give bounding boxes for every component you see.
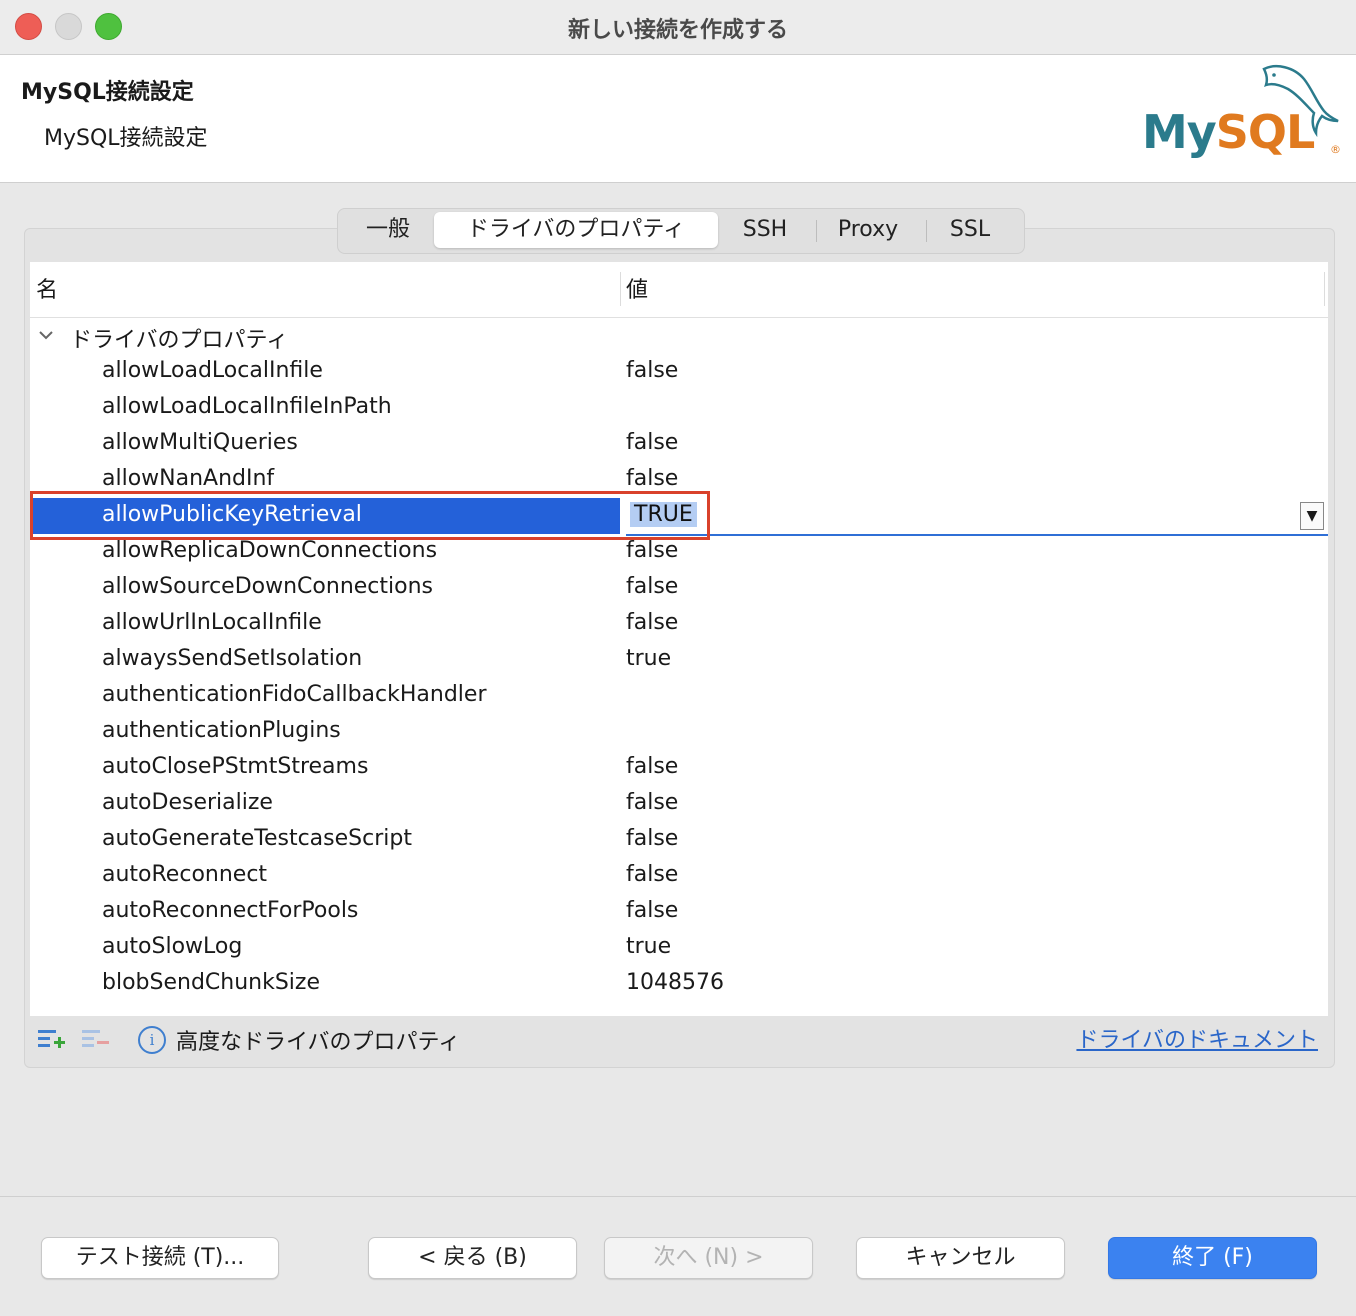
property-value: false bbox=[626, 790, 679, 815]
table-row[interactable]: autoReconnect false bbox=[30, 858, 1328, 894]
column-header-name[interactable]: 名 bbox=[36, 262, 58, 317]
title-bar: 新しい接続を作成する bbox=[0, 0, 1356, 55]
property-value: false bbox=[626, 538, 679, 563]
column-header-value[interactable]: 値 bbox=[626, 262, 648, 317]
chevron-down-icon[interactable] bbox=[38, 326, 54, 345]
properties-toolbar: i 高度なドライバのプロパティ ドライバのドキュメント bbox=[30, 1018, 1328, 1062]
info-icon: i bbox=[138, 1026, 166, 1054]
property-value: false bbox=[626, 754, 679, 779]
logo-registered-mark: ® bbox=[1330, 143, 1341, 156]
property-value: false bbox=[626, 574, 679, 599]
group-row-driver-properties[interactable]: ドライバのプロパティ bbox=[30, 318, 1328, 354]
window-title: 新しい接続を作成する bbox=[567, 18, 788, 43]
page-subtitle: MySQL接続設定 bbox=[44, 126, 208, 151]
property-value: 1048576 bbox=[626, 970, 724, 995]
table-row[interactable]: autoDeserialize false bbox=[30, 786, 1328, 822]
property-name: autoReconnectForPools bbox=[102, 898, 359, 923]
property-name: allowLoadLocalInfileInPath bbox=[102, 394, 392, 419]
next-button[interactable]: 次へ (N) > bbox=[604, 1237, 813, 1279]
back-button[interactable]: < 戻る (B) bbox=[368, 1237, 577, 1279]
property-name: autoSlowLog bbox=[102, 934, 243, 959]
value-combo-editor[interactable]: TRUE ▼ bbox=[626, 498, 1328, 536]
add-property-icon[interactable] bbox=[36, 1024, 66, 1054]
group-label: ドライバのプロパティ bbox=[70, 328, 289, 353]
table-row[interactable]: autoSlowLog true bbox=[30, 930, 1328, 966]
property-name: alwaysSendSetIsolation bbox=[102, 646, 363, 671]
property-value: false bbox=[626, 466, 679, 491]
property-name: allowLoadLocalInfile bbox=[102, 358, 323, 383]
column-divider[interactable] bbox=[1324, 272, 1325, 306]
table-row[interactable]: allowLoadLocalInfile false bbox=[30, 354, 1328, 390]
property-name: autoReconnect bbox=[102, 862, 268, 887]
table-row[interactable]: autoReconnectForPools false bbox=[30, 894, 1328, 930]
table-row[interactable]: allowNanAndInf false bbox=[30, 462, 1328, 498]
tab-separator bbox=[816, 220, 817, 242]
logo-my-text: My bbox=[1142, 105, 1217, 159]
property-value: false bbox=[626, 358, 679, 383]
table-row[interactable]: allowMultiQueries false bbox=[30, 426, 1328, 462]
tab-bar: 一般 ドライバのプロパティ SSH Proxy SSL bbox=[337, 208, 1025, 254]
tab-general[interactable]: 一般 bbox=[344, 212, 432, 248]
property-value: false bbox=[626, 826, 679, 851]
table-row[interactable]: blobSendChunkSize 1048576 bbox=[30, 966, 1328, 1002]
property-name: authenticationFidoCallbackHandler bbox=[102, 682, 487, 707]
tab-ssl[interactable]: SSL bbox=[930, 212, 1010, 248]
property-name: allowUrlInLocalInfile bbox=[102, 610, 322, 635]
property-value: true bbox=[626, 934, 672, 959]
property-name: autoClosePStmtStreams bbox=[102, 754, 369, 779]
wizard-header: MySQL接続設定 MySQL接続設定 MySQL ® bbox=[0, 55, 1356, 183]
property-name: authenticationPlugins bbox=[102, 718, 341, 743]
table-row-selected[interactable]: allowPublicKeyRetrieval TRUE ▼ bbox=[30, 498, 1328, 536]
property-name: blobSendChunkSize bbox=[102, 970, 321, 995]
tab-ssh[interactable]: SSH bbox=[722, 212, 808, 248]
remove-property-icon[interactable] bbox=[80, 1024, 110, 1054]
advanced-properties-label: 高度なドライバのプロパティ bbox=[176, 1030, 461, 1055]
property-name: allowReplicaDownConnections bbox=[102, 538, 438, 563]
table-row[interactable]: alwaysSendSetIsolation true bbox=[30, 642, 1328, 678]
tab-proxy[interactable]: Proxy bbox=[820, 212, 916, 248]
table-row[interactable]: autoClosePStmtStreams false bbox=[30, 750, 1328, 786]
finish-button[interactable]: 終了 (F) bbox=[1108, 1237, 1317, 1279]
logo-wordmark: MySQL bbox=[1142, 105, 1316, 159]
property-value: false bbox=[626, 898, 679, 923]
tab-driver-properties[interactable]: ドライバのプロパティ bbox=[434, 212, 718, 248]
column-divider[interactable] bbox=[620, 272, 621, 306]
property-value: false bbox=[626, 430, 679, 455]
property-value: true bbox=[626, 646, 672, 671]
property-name: allowMultiQueries bbox=[102, 430, 298, 455]
table-row[interactable]: allowSourceDownConnections false bbox=[30, 570, 1328, 606]
table-row[interactable]: authenticationFidoCallbackHandler bbox=[30, 678, 1328, 714]
property-name: autoDeserialize bbox=[102, 790, 273, 815]
test-connection-button[interactable]: テスト接続 (T)... bbox=[41, 1237, 279, 1279]
page-title: MySQL接続設定 bbox=[21, 80, 194, 105]
cancel-button[interactable]: キャンセル bbox=[856, 1237, 1065, 1279]
table-row[interactable]: allowReplicaDownConnections false bbox=[30, 534, 1328, 570]
logo-sql-text: SQL bbox=[1215, 105, 1316, 159]
property-name: allowPublicKeyRetrieval bbox=[102, 502, 362, 527]
table-header bbox=[30, 262, 1328, 318]
mysql-logo: MySQL ® bbox=[1140, 61, 1346, 175]
tab-separator bbox=[926, 220, 927, 242]
table-row[interactable]: autoGenerateTestcaseScript false bbox=[30, 822, 1328, 858]
property-value: false bbox=[626, 862, 679, 887]
property-name: allowSourceDownConnections bbox=[102, 574, 433, 599]
footer-divider bbox=[0, 1196, 1356, 1197]
dropdown-arrow-icon[interactable]: ▼ bbox=[1300, 502, 1324, 530]
property-value: false bbox=[626, 610, 679, 635]
property-value-input[interactable]: TRUE bbox=[630, 502, 697, 527]
driver-docs-link[interactable]: ドライバのドキュメント bbox=[1076, 1022, 1318, 1054]
property-name: autoGenerateTestcaseScript bbox=[102, 826, 412, 851]
table-row[interactable]: authenticationPlugins bbox=[30, 714, 1328, 750]
table-row[interactable]: allowLoadLocalInfileInPath bbox=[30, 390, 1328, 426]
property-name: allowNanAndInf bbox=[102, 466, 275, 491]
table-row[interactable]: allowUrlInLocalInfile false bbox=[30, 606, 1328, 642]
driver-properties-table[interactable]: 名 値 ドライバのプロパティ allowLoadLocalInfile fals… bbox=[30, 262, 1328, 1016]
